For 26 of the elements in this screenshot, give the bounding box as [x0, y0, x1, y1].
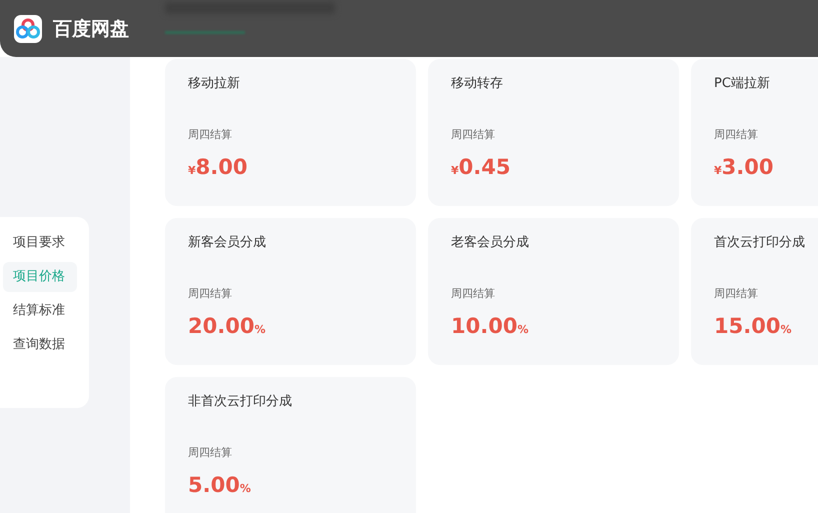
price-value: ¥0.45: [451, 154, 512, 181]
card-title: 移动拉新: [188, 76, 241, 92]
price-value: 15.00%: [714, 313, 792, 340]
settlement-note: 周四结算: [451, 287, 496, 301]
card-title: 移动转存: [451, 76, 504, 92]
card-title: PC端拉新: [714, 76, 771, 92]
card-title: 首次云打印分成: [714, 235, 806, 251]
settlement-note: 周四结算: [714, 287, 759, 301]
card-title: 非首次云打印分成: [188, 394, 293, 410]
settlement-note: 周四结算: [714, 128, 759, 142]
card-title: 新客会员分成: [188, 235, 267, 251]
settlement-note: 周四结算: [188, 128, 233, 142]
settlement-note: 周四结算: [188, 287, 233, 301]
price-value: 20.00%: [188, 313, 266, 340]
sidebar-item[interactable]: 结算标准: [3, 296, 77, 326]
settlement-note: 周四结算: [451, 128, 496, 142]
app-title: 百度网盘: [53, 16, 129, 42]
logo-icon: [14, 14, 42, 42]
settlement-note: 周四结算: [188, 446, 233, 460]
price-value: ¥3.00: [714, 154, 774, 181]
price-value: 10.00%: [451, 313, 530, 340]
price-value: 5.00%: [188, 472, 252, 499]
price-value: ¥8.00: [188, 154, 248, 181]
card-title: 老客会员分成: [451, 235, 530, 251]
sidebar-item[interactable]: 查询数据: [3, 330, 77, 360]
sidebar-item[interactable]: 项目要求: [3, 228, 77, 258]
